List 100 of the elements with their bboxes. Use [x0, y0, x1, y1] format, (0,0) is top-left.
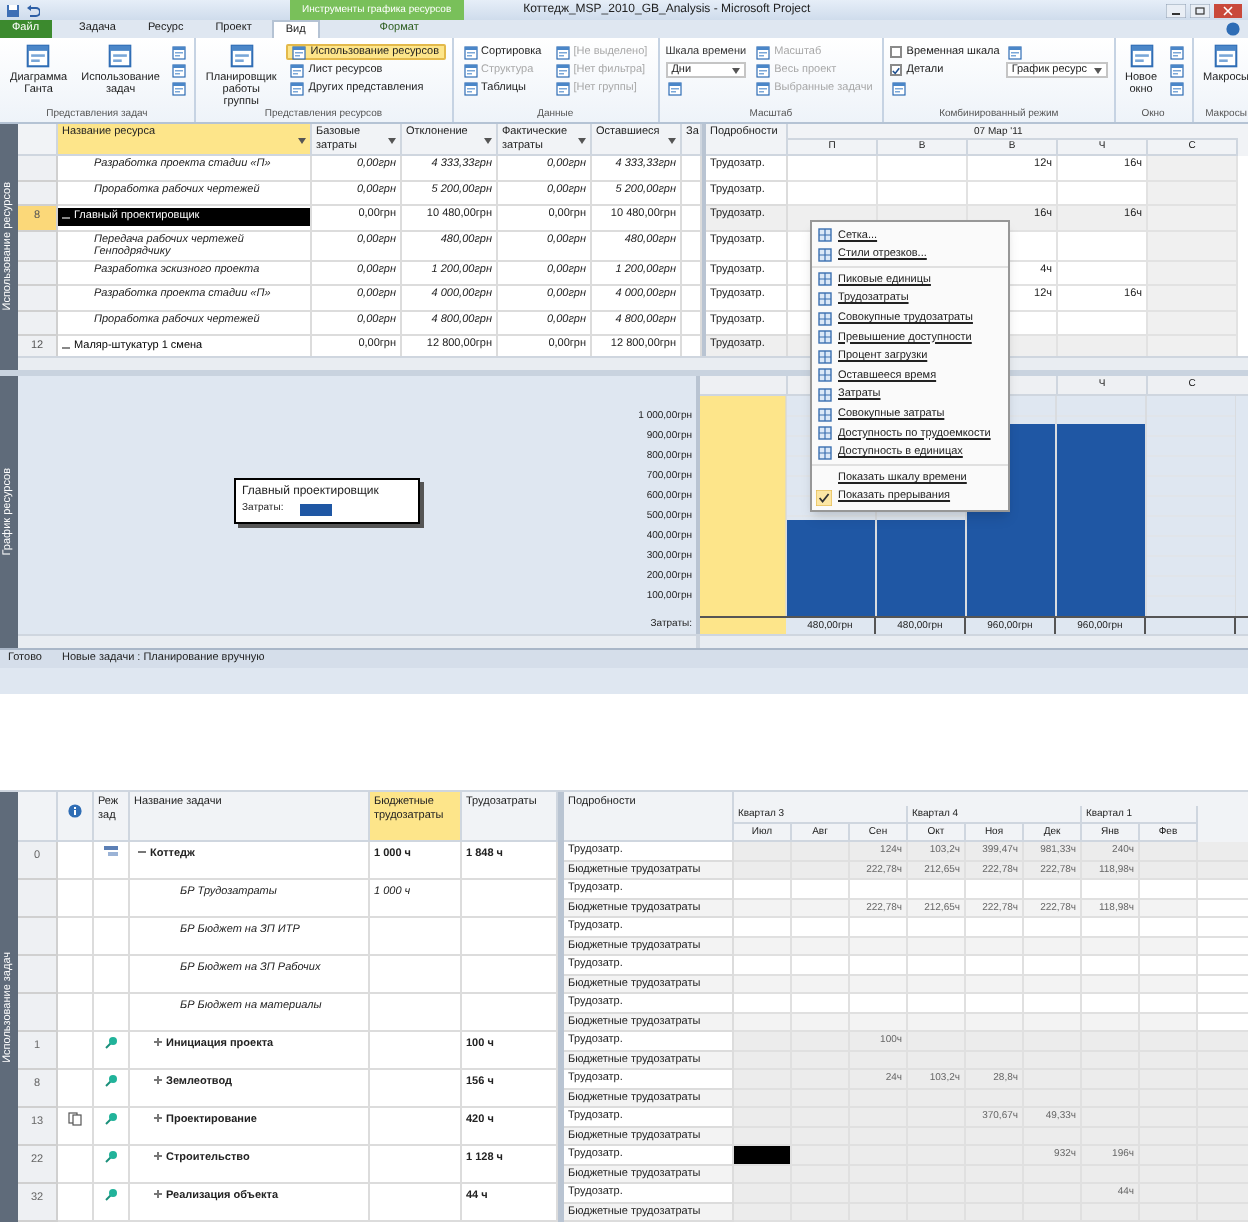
window-icon	[171, 63, 186, 77]
ribbon-icon-button[interactable]	[1167, 80, 1186, 96]
row-header	[18, 918, 58, 956]
window-icon	[892, 81, 907, 95]
info-icon	[68, 804, 82, 818]
filter-arrow-icon[interactable]	[484, 137, 492, 143]
table-icon	[817, 292, 831, 307]
timeline-cell	[1024, 880, 1082, 899]
table-icon	[817, 247, 831, 262]
timeline-cell	[734, 1032, 792, 1051]
timeline-cell	[968, 181, 1058, 206]
filter-arrow-icon[interactable]	[388, 137, 396, 143]
window-icon	[555, 81, 570, 95]
timeline-cell	[788, 156, 878, 181]
window-icon	[555, 45, 570, 59]
window-icon	[1214, 44, 1238, 68]
filter-arrow-icon[interactable]	[578, 137, 586, 143]
ribbon-icon-button[interactable]	[1167, 44, 1186, 60]
maximize-icon[interactable]	[1190, 3, 1210, 17]
timeline-cell	[1148, 261, 1238, 286]
table-icon	[817, 228, 831, 243]
window-icon	[555, 63, 570, 77]
undo-icon[interactable]	[26, 3, 40, 17]
ribbon-icon-button[interactable]	[169, 62, 188, 78]
timeline-cell	[878, 181, 968, 206]
timeline-cell	[850, 956, 908, 975]
table-icon	[817, 388, 831, 403]
timeline-cell	[734, 918, 792, 937]
window-icon	[290, 63, 305, 77]
collapse-icon[interactable]	[62, 213, 70, 221]
row-header	[18, 994, 58, 1032]
timeline-cell	[788, 181, 878, 206]
timeline-cell	[1024, 918, 1082, 937]
table-icon	[817, 368, 831, 383]
timeline-cell	[1148, 206, 1238, 231]
timeline-cell	[850, 994, 908, 1013]
selected-cell[interactable]	[734, 1146, 792, 1165]
window-icon	[756, 81, 771, 95]
ribbon-icon-button[interactable]	[169, 44, 188, 60]
window-icon	[229, 44, 254, 68]
timeline-cell	[734, 880, 792, 899]
window-icon	[1169, 81, 1184, 95]
row-header	[18, 880, 58, 918]
pin-icon	[104, 1150, 118, 1164]
help-icon[interactable]	[1226, 22, 1240, 36]
table-icon	[817, 407, 831, 422]
window-icon	[463, 63, 478, 77]
check-icon	[816, 489, 832, 506]
timeline-cell	[1140, 1032, 1198, 1051]
timeline-cell	[1140, 994, 1198, 1013]
timeline-cell	[966, 994, 1024, 1013]
timeline-cell	[1082, 956, 1140, 975]
window-icon	[667, 81, 682, 95]
window-icon	[756, 45, 771, 59]
minimize-icon[interactable]	[1166, 3, 1186, 17]
collapse-icon[interactable]	[62, 343, 70, 351]
timeline-cell	[1024, 956, 1082, 975]
checkbox[interactable]	[890, 46, 903, 58]
timeline-cell	[908, 880, 966, 899]
timeline-cell	[1148, 311, 1238, 336]
scrollbar[interactable]	[18, 634, 700, 648]
timeline-cell	[792, 1146, 850, 1165]
timeline-cell	[1058, 181, 1148, 206]
timeline-cell	[850, 918, 908, 937]
window-icon	[171, 45, 186, 59]
window-icon	[1007, 45, 1022, 59]
expand-icon[interactable]	[154, 1076, 162, 1084]
timeline-cell	[908, 994, 966, 1013]
expand-icon[interactable]	[154, 1190, 162, 1198]
window-icon	[108, 44, 133, 68]
window-icon	[1129, 44, 1154, 68]
expand-icon[interactable]	[154, 1152, 162, 1160]
filter-arrow-icon[interactable]	[668, 137, 676, 143]
expand-icon[interactable]	[154, 1038, 162, 1046]
table-icon	[817, 311, 831, 326]
window-icon	[290, 81, 305, 95]
timeline-cell	[1058, 261, 1148, 286]
ribbon-icon-button[interactable]	[169, 80, 188, 96]
window-icon	[463, 81, 478, 95]
timeline-cell	[1198, 1032, 1248, 1051]
filter-arrow-icon[interactable]	[298, 137, 306, 143]
ribbon-icon-button[interactable]	[1167, 62, 1186, 78]
pin-icon	[104, 1188, 118, 1202]
table-icon	[817, 426, 831, 441]
expand-icon[interactable]	[154, 1114, 162, 1122]
timeline-cell	[1140, 880, 1198, 899]
timeline-cell	[908, 956, 966, 975]
table-icon	[817, 349, 831, 364]
timeline-cell	[1082, 994, 1140, 1013]
pin-icon	[104, 1074, 118, 1088]
close-icon[interactable]	[1214, 3, 1242, 17]
pin-icon	[104, 1112, 118, 1126]
timeline-cell	[734, 1184, 792, 1203]
scrollbar[interactable]	[700, 634, 1248, 648]
caret-icon	[1093, 67, 1102, 73]
window-icon	[1169, 45, 1184, 59]
collapse-icon[interactable]	[138, 848, 146, 856]
save-icon[interactable]	[6, 3, 20, 17]
table-cell	[58, 956, 94, 994]
checkbox[interactable]	[890, 64, 903, 76]
